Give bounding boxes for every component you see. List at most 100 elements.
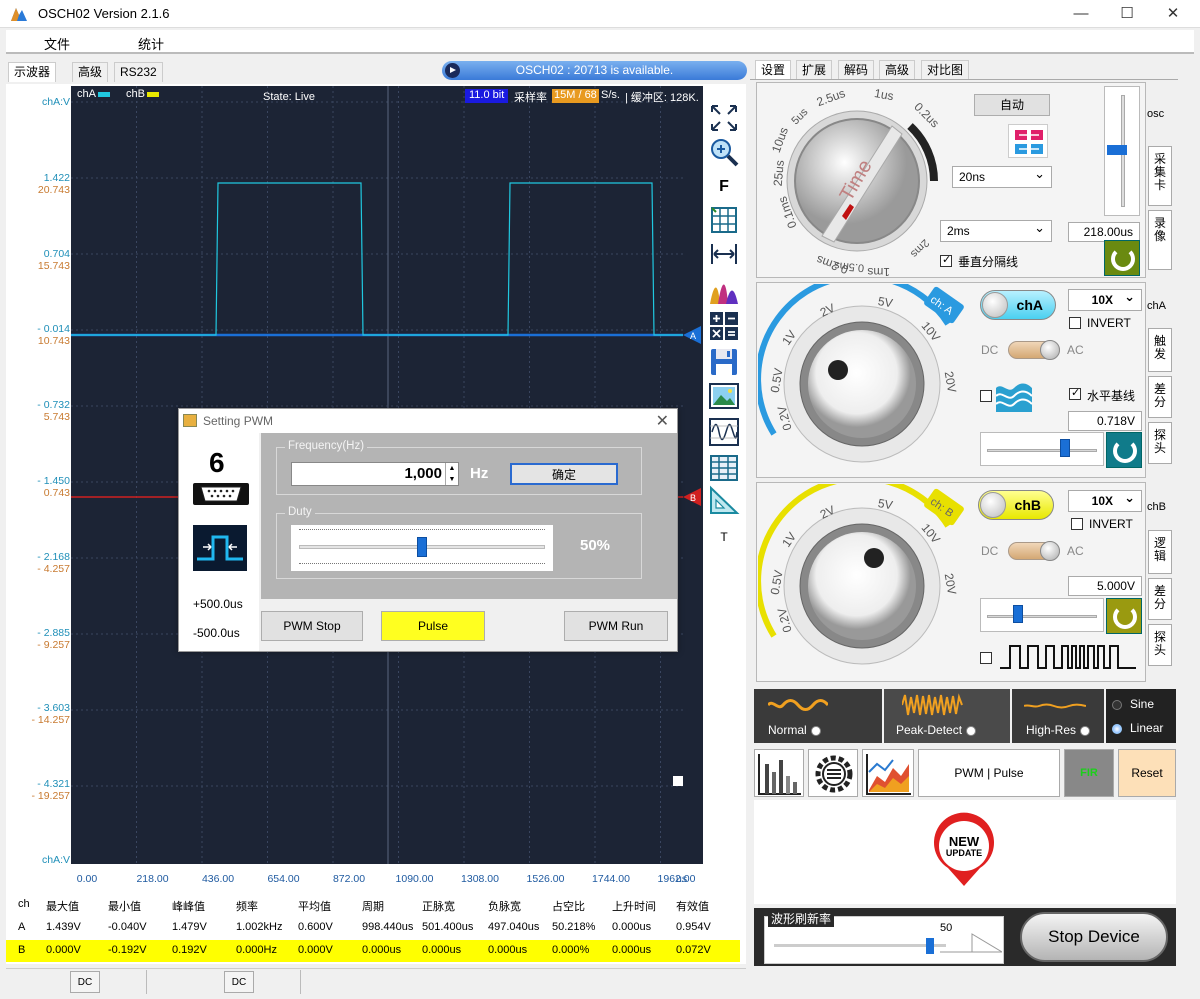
- time-position-slider[interactable]: [1104, 86, 1140, 216]
- duty-slider[interactable]: [291, 525, 553, 571]
- interp-sine[interactable]: Sine: [1112, 697, 1154, 711]
- tab-settings[interactable]: 设置: [755, 60, 792, 80]
- chb-offset-slider[interactable]: [980, 598, 1104, 632]
- filter-tool[interactable]: F: [708, 174, 740, 206]
- status-dc-cha[interactable]: DC: [70, 971, 100, 993]
- cha-coupling-toggle[interactable]: [1008, 340, 1060, 360]
- menu-file[interactable]: 文件: [44, 34, 70, 53]
- time-select-1[interactable]: 20ns: [952, 164, 1052, 188]
- tab-chb-diff[interactable]: 差分: [1148, 578, 1172, 620]
- close-button[interactable]: ✕: [1150, 0, 1196, 28]
- stop-device-button[interactable]: Stop Device: [1020, 912, 1168, 962]
- tab-advanced[interactable]: 高级: [72, 62, 109, 82]
- ruler-tool[interactable]: [708, 484, 740, 516]
- text-tool[interactable]: T: [708, 526, 740, 558]
- time-select-2[interactable]: 2ms: [940, 218, 1052, 242]
- area-chart-button[interactable]: [862, 749, 914, 797]
- vertical-grid-checkbox[interactable]: [940, 253, 952, 267]
- tab-decode[interactable]: 解码: [838, 60, 875, 80]
- settings-button[interactable]: [808, 749, 858, 797]
- auto-button[interactable]: 自动: [974, 94, 1050, 116]
- chb-invert-checkbox[interactable]: [1071, 518, 1083, 530]
- table-row-b-cell: -0.192V: [108, 944, 147, 956]
- tab-trigger[interactable]: 触发: [1148, 328, 1172, 372]
- time-dial[interactable]: Time 2.5us 1us 0.2us 10us 25us 0.1ms 0.2…: [762, 86, 952, 276]
- cha-legend-swatch: [97, 91, 110, 97]
- table-tool[interactable]: [708, 452, 740, 484]
- table-row-b-cell: 0.000V: [298, 944, 333, 956]
- math-tool[interactable]: [708, 310, 740, 342]
- tab-logic[interactable]: 逻辑: [1148, 530, 1172, 574]
- tab-extension[interactable]: 扩展: [796, 60, 833, 80]
- pwm-pulse-button[interactable]: PWM | Pulse: [918, 749, 1060, 797]
- screenshot-tool[interactable]: [708, 380, 740, 412]
- trigger-mode-button[interactable]: [1008, 124, 1048, 158]
- tab-cha-diff[interactable]: 差分: [1148, 376, 1172, 418]
- waveform-tool[interactable]: [708, 416, 740, 448]
- histogram-button[interactable]: [754, 749, 804, 797]
- frequency-input[interactable]: 1,000: [291, 462, 459, 486]
- cha-invert-checkbox[interactable]: [1069, 317, 1081, 329]
- time-position-thumb[interactable]: [1107, 145, 1127, 155]
- tab-record[interactable]: 录像: [1148, 210, 1172, 270]
- duty-group-label: Duty: [285, 506, 315, 518]
- frequency-spinner[interactable]: ▲ ▼: [445, 463, 458, 485]
- tab-oscilloscope[interactable]: 示波器: [8, 62, 57, 82]
- minimize-button[interactable]: —: [1058, 0, 1104, 28]
- chb-offset-thumb[interactable]: [1012, 605, 1023, 623]
- chb-volt-dial[interactable]: 2V 5V 1V 10V 0.5V 20V 0.2V ch: B: [758, 484, 972, 678]
- chb-probe-select[interactable]: 10X: [1068, 488, 1142, 512]
- interp-linear[interactable]: Linear: [1112, 721, 1163, 735]
- interpolation-panel: Sine Linear: [1106, 689, 1176, 743]
- mode-normal[interactable]: Normal: [754, 689, 882, 743]
- fit-screen-tool[interactable]: [708, 102, 740, 134]
- pwm-run-button[interactable]: PWM Run: [564, 611, 668, 641]
- time-reset-button[interactable]: [1104, 240, 1140, 276]
- reset-icon: [1113, 605, 1137, 629]
- dialog-close-button[interactable]: ✕: [656, 411, 669, 431]
- duty-slider-thumb[interactable]: [417, 537, 427, 557]
- cha-fill-checkbox[interactable]: [980, 390, 992, 402]
- cha-volt-dial[interactable]: 2V 5V 1V 10V 0.5V 20V 0.2V ch: A: [758, 284, 972, 474]
- mode-peak-detect[interactable]: Peak-Detect: [884, 689, 1010, 743]
- chb-legend[interactable]: chB: [126, 88, 159, 100]
- spectrum-tool[interactable]: [708, 276, 740, 308]
- tab-right-advanced[interactable]: 高级: [879, 60, 916, 80]
- calculator-icon: [710, 312, 738, 340]
- update-banner[interactable]: OSCH02 : 20713 is available.: [442, 61, 747, 80]
- maximize-button[interactable]: ☐: [1104, 0, 1150, 28]
- chb-enable-toggle[interactable]: chB: [978, 490, 1054, 520]
- tab-compare[interactable]: 对比图: [921, 60, 970, 80]
- menu-stats[interactable]: 统计: [138, 34, 164, 53]
- reset-button[interactable]: Reset: [1118, 749, 1176, 797]
- cha-label-20v: 20V: [942, 370, 959, 393]
- grid-tool[interactable]: [708, 204, 740, 236]
- refresh-rate-track[interactable]: [774, 944, 946, 947]
- new-update-badge[interactable]: NEW UPDATE: [930, 812, 998, 888]
- cha-probe-select[interactable]: 10X: [1068, 287, 1142, 311]
- fir-button[interactable]: FIR: [1064, 749, 1114, 797]
- cha-reset-button[interactable]: [1106, 432, 1142, 468]
- chb-dc-label: DC: [981, 544, 999, 558]
- tab-rs232[interactable]: RS232: [114, 62, 163, 82]
- cha-offset-thumb[interactable]: [1060, 439, 1071, 457]
- tab-chb-probe[interactable]: 探头: [1148, 624, 1172, 666]
- cha-legend[interactable]: chA: [77, 88, 110, 100]
- mode-high-res[interactable]: High-Res: [1012, 689, 1104, 743]
- refresh-rate-thumb[interactable]: [926, 938, 934, 954]
- confirm-button[interactable]: 确定: [510, 463, 618, 485]
- cha-offset-slider[interactable]: [980, 432, 1104, 466]
- status-dc-chb[interactable]: DC: [224, 971, 254, 993]
- chb-reset-button[interactable]: [1106, 598, 1142, 634]
- chb-logic-checkbox[interactable]: [980, 652, 992, 664]
- chb-coupling-toggle[interactable]: [1008, 541, 1060, 561]
- tab-cha-probe[interactable]: 探头: [1148, 422, 1172, 464]
- cha-enable-toggle[interactable]: chA: [980, 290, 1056, 320]
- cha-baseline-checkbox[interactable]: [1069, 386, 1081, 400]
- pwm-stop-button[interactable]: PWM Stop: [261, 611, 363, 641]
- pulse-button[interactable]: Pulse: [381, 611, 485, 641]
- save-tool[interactable]: [708, 346, 740, 378]
- measure-width-tool[interactable]: [708, 238, 740, 270]
- zoom-tool[interactable]: [708, 136, 740, 168]
- tab-capture-card[interactable]: 采集卡: [1148, 146, 1172, 206]
